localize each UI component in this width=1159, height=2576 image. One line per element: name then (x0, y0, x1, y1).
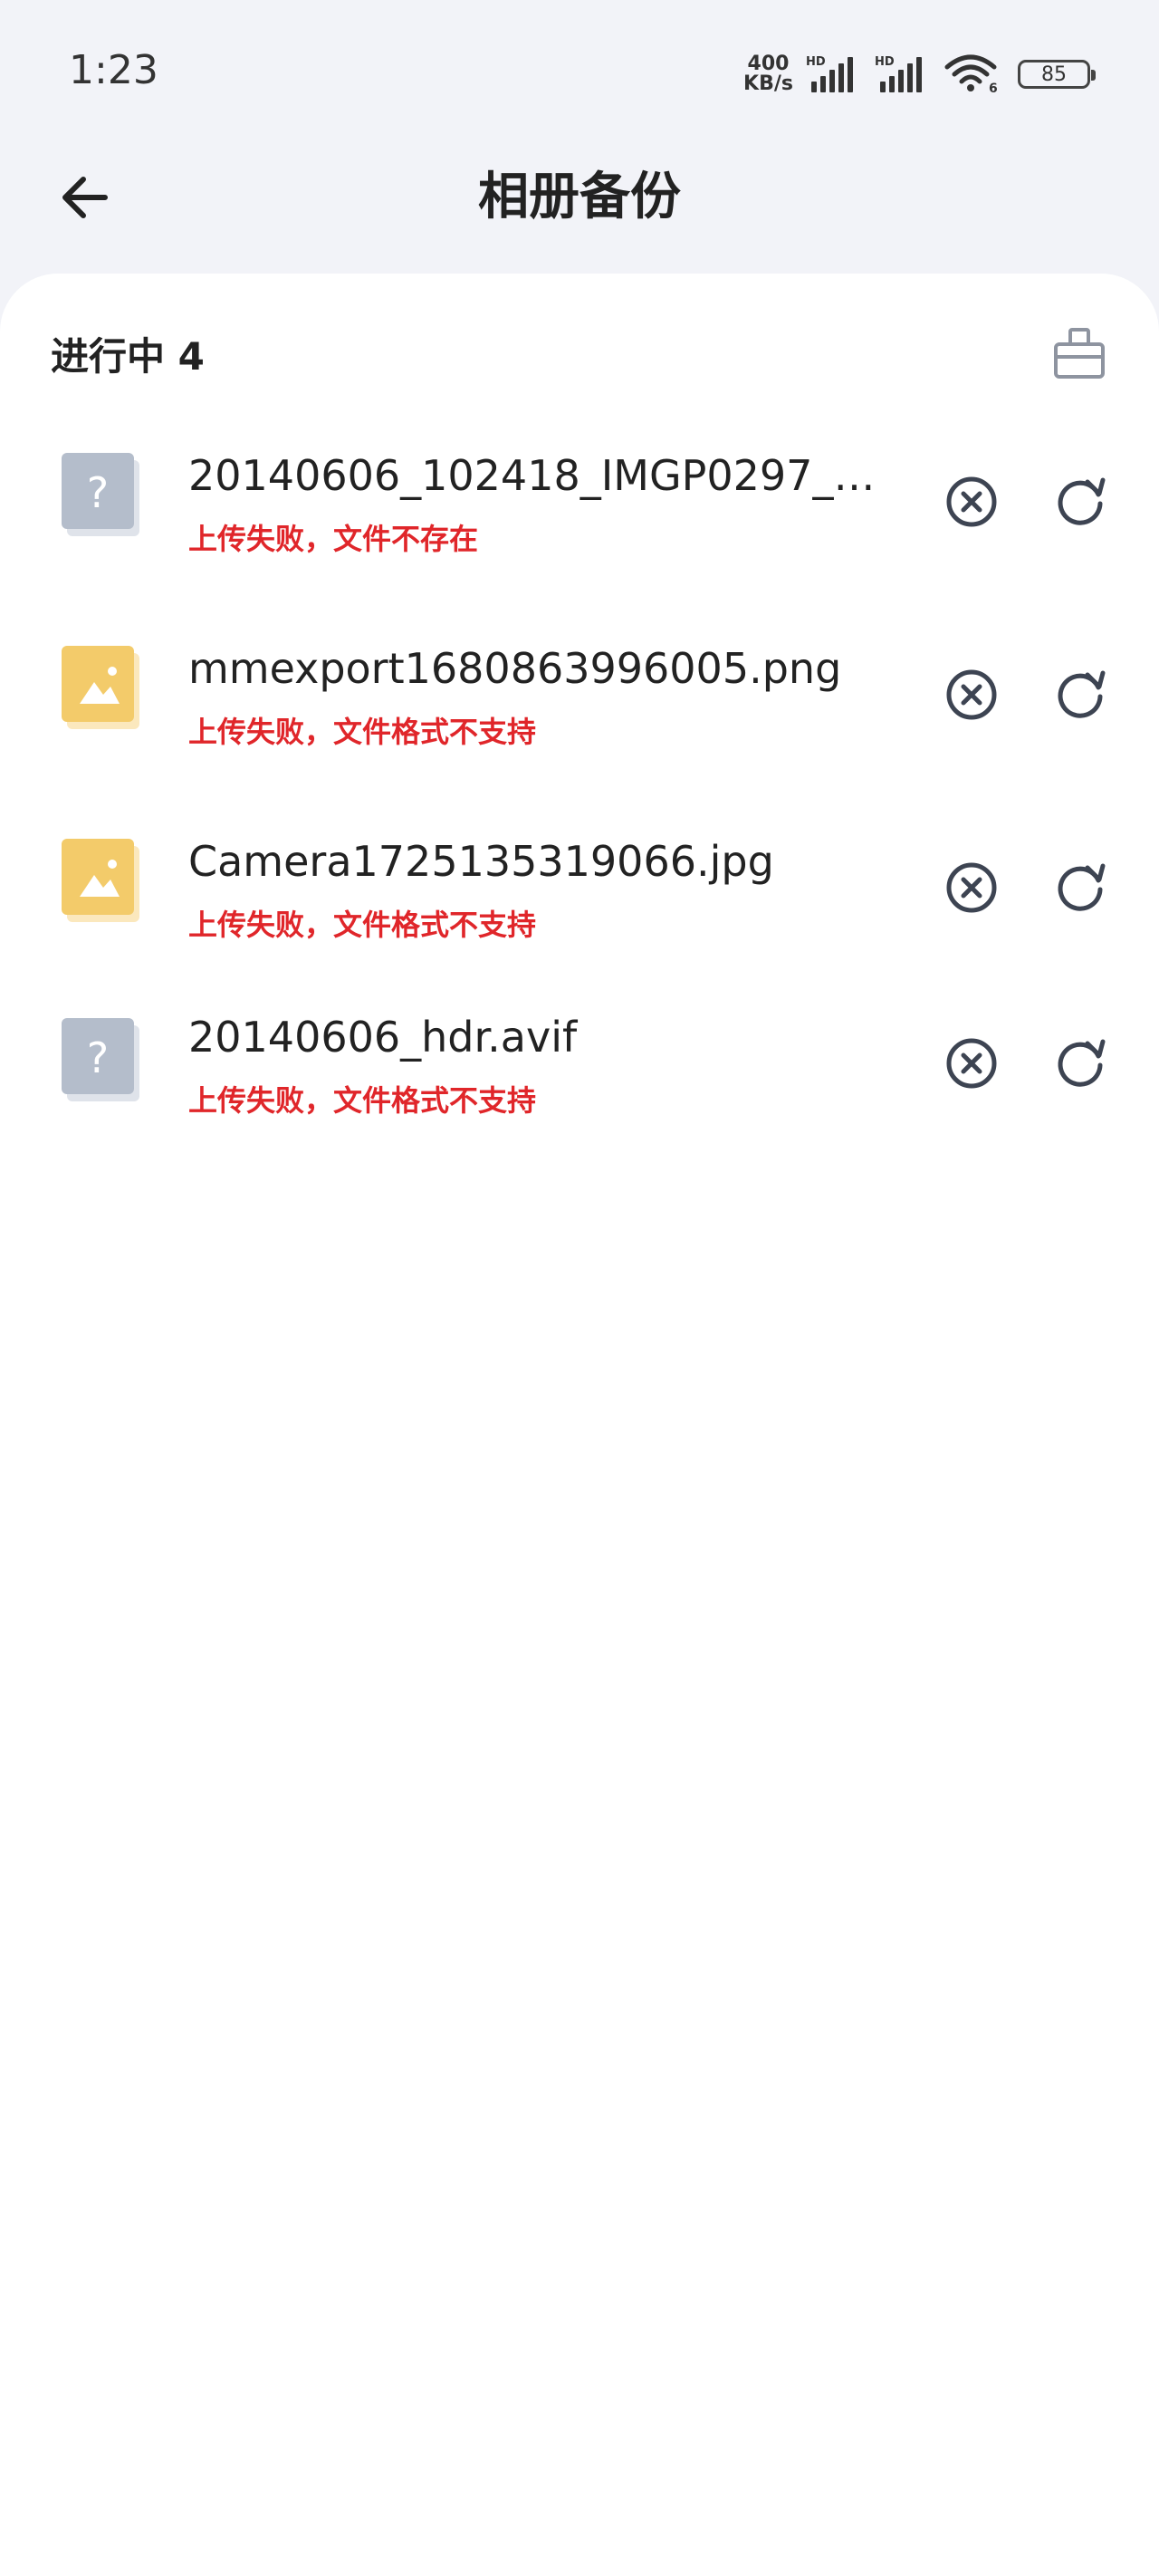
retry-button[interactable] (1046, 467, 1115, 536)
file-name: Camera1725135319066.jpg (188, 837, 774, 886)
file-row: Camera1725135319066.jpg 上传失败，文件格式不支持 (0, 822, 1159, 967)
content-card: 进行中 4 ? 20140606_102418_IMGP0297_h... 上传… (0, 274, 1159, 2576)
section-title: 进行中 4 (51, 333, 205, 379)
cancel-button[interactable] (937, 467, 1006, 536)
file-name: 20140606_hdr.avif (188, 1013, 578, 1062)
refresh-icon (1058, 670, 1106, 718)
network-speed-unit: KB/s (743, 72, 793, 95)
close-circle-icon (946, 669, 997, 720)
unknown-file-icon: ? (60, 1016, 143, 1103)
file-status: 上传失败，文件格式不支持 (188, 715, 537, 749)
close-circle-icon (946, 862, 997, 913)
cancel-button[interactable] (937, 853, 1006, 922)
svg-text:?: ? (87, 468, 109, 517)
refresh-icon (1058, 477, 1106, 525)
section-header: 进行中 4 (51, 326, 1108, 380)
app-header: 相册备份 (0, 145, 1159, 272)
cancel-button[interactable] (937, 1029, 1006, 1098)
file-row: ? 20140606_102418_IMGP0297_h... 上传失败，文件不… (0, 437, 1159, 582)
battery-icon: 85 (1018, 60, 1096, 89)
retry-button[interactable] (1046, 853, 1115, 922)
page-title: 相册备份 (478, 168, 681, 226)
clear-button[interactable] (1050, 324, 1108, 382)
image-file-icon (60, 644, 143, 731)
wifi-icon: 6 (943, 53, 1000, 96)
file-name: 20140606_102418_IMGP0297_h... (188, 451, 895, 500)
file-status: 上传失败，文件不存在 (188, 522, 479, 556)
file-row: mmexport1680863996005.png 上传失败，文件格式不支持 (0, 630, 1159, 774)
status-bar: 1:23 400 KB/s HD HD 6 85 (0, 0, 1159, 145)
close-circle-icon (946, 476, 997, 527)
svg-text:?: ? (87, 1033, 109, 1082)
status-icons: 400 KB/s HD HD 6 85 (743, 51, 1096, 98)
unknown-file-icon: ? (60, 451, 143, 538)
sim2-label: HD (875, 55, 895, 69)
refresh-icon (1058, 863, 1106, 911)
signal-sim1-icon: HD (806, 54, 862, 94)
file-status: 上传失败，文件格式不支持 (188, 908, 537, 942)
network-speed-value: 400 (747, 53, 790, 75)
battery-level: 85 (1041, 62, 1067, 86)
broom-icon (1054, 328, 1105, 379)
refresh-icon (1058, 1039, 1106, 1087)
cancel-button[interactable] (937, 660, 1006, 729)
wifi-sub-label: 6 (989, 82, 998, 92)
signal-sim2-icon: HD (875, 54, 931, 94)
retry-button[interactable] (1046, 660, 1115, 729)
status-time: 1:23 (69, 47, 158, 93)
file-name: mmexport1680863996005.png (188, 644, 842, 693)
image-file-icon (60, 837, 143, 924)
file-status: 上传失败，文件格式不支持 (188, 1083, 537, 1118)
network-speed: 400 KB/s (743, 54, 793, 94)
file-row: ? 20140606_hdr.avif 上传失败，文件格式不支持 (0, 998, 1159, 1143)
close-circle-icon (946, 1038, 997, 1089)
retry-button[interactable] (1046, 1029, 1115, 1098)
sim1-label: HD (806, 55, 826, 69)
